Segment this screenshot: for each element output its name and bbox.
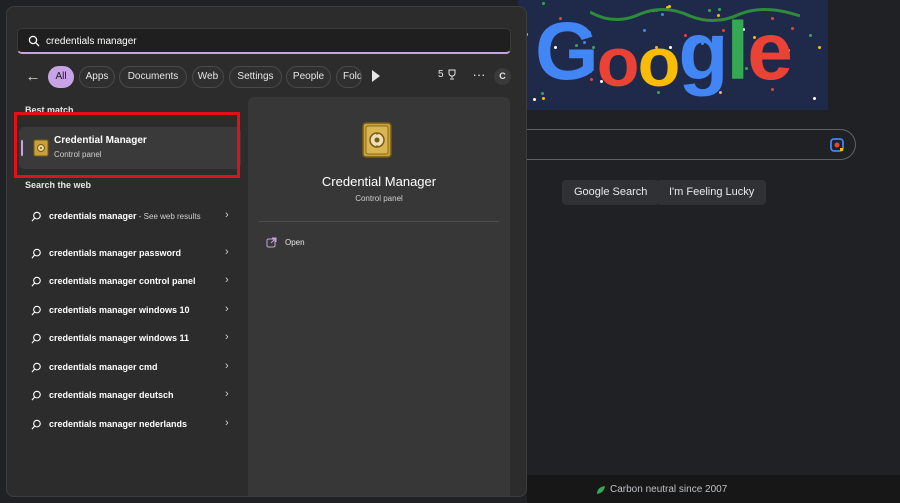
open-action[interactable]: Open xyxy=(266,237,366,251)
highlight-box xyxy=(14,112,240,178)
preview-divider xyxy=(259,221,499,222)
search-icon xyxy=(31,211,41,222)
search-filter-bar: ← All Apps Documents Web Settings People… xyxy=(17,65,517,89)
filter-people[interactable]: People xyxy=(286,66,331,88)
search-icon xyxy=(31,390,41,401)
preview-subtitle: Control panel xyxy=(355,194,403,203)
web-result-label: credentials manager windows 11 xyxy=(49,333,190,343)
web-result-0[interactable]: credentials manager - See web results › xyxy=(25,209,237,235)
chevron-right-icon: › xyxy=(225,360,229,372)
search-icon xyxy=(28,35,40,47)
filter-documents[interactable]: Documents xyxy=(119,66,187,88)
carbon-neutral-link[interactable]: Carbon neutral since 2007 xyxy=(596,484,727,495)
chevron-right-icon: › xyxy=(225,274,229,286)
filter-folders[interactable]: Folders xyxy=(336,66,362,88)
filter-settings[interactable]: Settings xyxy=(229,66,282,88)
doodle-dot xyxy=(813,97,816,100)
web-result-3[interactable]: credentials manager windows 10 › xyxy=(25,303,237,319)
web-result-7[interactable]: credentials manager nederlands › xyxy=(25,417,237,433)
search-icon xyxy=(31,419,41,430)
filter-apps[interactable]: Apps xyxy=(79,66,115,88)
web-result-label: credentials manager windows 10 xyxy=(49,305,190,315)
logo-letter-g2: g xyxy=(678,6,728,97)
more-options-icon[interactable]: ··· xyxy=(470,66,488,86)
search-web-heading: Search the web xyxy=(25,180,92,190)
logo-letter-o1: o xyxy=(596,23,640,101)
filter-web[interactable]: Web xyxy=(192,66,224,88)
web-result-label: credentials manager nederlands xyxy=(49,419,188,429)
open-external-icon xyxy=(266,237,277,248)
chevron-right-icon: › xyxy=(225,303,229,315)
search-icon xyxy=(31,248,41,259)
footer-text: Carbon neutral since 2007 xyxy=(610,484,728,495)
google-logo[interactable]: G o o g l e xyxy=(535,2,793,102)
web-result-6[interactable]: credentials manager deutsch › xyxy=(25,388,237,404)
logo-letter-l: l xyxy=(726,6,749,97)
web-result-label: credentials manager cmd xyxy=(49,362,158,372)
chevron-right-icon: › xyxy=(225,209,229,221)
search-icon xyxy=(31,362,41,373)
chevron-right-icon: › xyxy=(225,388,229,400)
account-avatar[interactable]: C xyxy=(494,68,511,85)
search-icon xyxy=(31,333,41,344)
search-icon xyxy=(31,276,41,287)
trophy-icon xyxy=(448,69,456,80)
google-search-box[interactable] xyxy=(510,129,856,160)
logo-letter-o2: o xyxy=(637,23,681,101)
doodle-dot xyxy=(809,34,812,37)
doodle-dot xyxy=(818,46,821,49)
web-result-label: credentials manager - See web results xyxy=(49,210,209,223)
rewards-points[interactable]: 5 xyxy=(438,69,457,80)
google-search-button[interactable]: Google Search xyxy=(562,180,660,205)
rewards-points-value: 5 xyxy=(438,69,444,80)
search-input[interactable] xyxy=(46,32,486,50)
chevron-right-icon: › xyxy=(225,417,229,429)
feeling-lucky-button[interactable]: I'm Feeling Lucky xyxy=(657,180,767,205)
web-result-label: credentials manager deutsch xyxy=(49,390,174,400)
web-result-label: credentials manager control panel xyxy=(49,276,196,286)
scroll-filters-play-icon[interactable] xyxy=(372,70,380,82)
google-lens-icon[interactable] xyxy=(829,137,845,153)
back-arrow-icon[interactable]: ← xyxy=(23,67,43,87)
web-result-query: credentials manager xyxy=(49,211,137,221)
filter-all[interactable]: All xyxy=(48,66,74,88)
chevron-right-icon: › xyxy=(225,331,229,343)
web-result-4[interactable]: credentials manager windows 11 › xyxy=(25,331,237,347)
chevron-right-icon: › xyxy=(225,246,229,258)
web-result-2[interactable]: credentials manager control panel › xyxy=(25,274,237,290)
logo-letter-g: G xyxy=(535,6,599,97)
web-result-suffix: - See web results xyxy=(136,212,201,221)
preview-title: Credential Manager xyxy=(321,174,437,189)
open-label: Open xyxy=(285,238,305,247)
logo-letter-e: e xyxy=(747,6,793,97)
leaf-icon xyxy=(597,485,605,494)
web-result-label: credentials manager password xyxy=(49,248,182,258)
web-result-5[interactable]: credentials manager cmd › xyxy=(25,360,237,376)
credential-manager-vault-icon xyxy=(362,122,392,158)
search-icon xyxy=(31,305,41,316)
result-preview-pane: Credential Manager Control panel Open xyxy=(248,97,510,496)
start-search-panel: ← All Apps Documents Web Settings People… xyxy=(6,6,527,497)
search-bar[interactable] xyxy=(17,28,511,54)
web-result-1[interactable]: credentials manager password › xyxy=(25,246,237,262)
